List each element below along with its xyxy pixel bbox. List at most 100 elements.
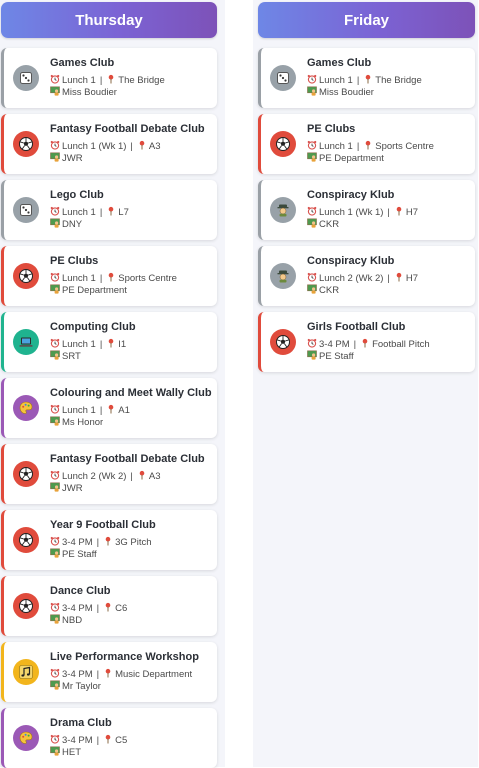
club-card[interactable]: Lego Club Lunch 1 | L7 DNY bbox=[1, 180, 217, 240]
club-location: A1 bbox=[118, 405, 130, 416]
club-card[interactable]: Year 9 Football Club 3-4 PM | 3G Pitch PE St… bbox=[1, 510, 217, 570]
club-staff: PE Department bbox=[319, 153, 384, 164]
club-title: Girls Football Club bbox=[307, 321, 406, 333]
club-card[interactable]: Computing Club Lunch 1 | I1 SRT bbox=[1, 312, 217, 372]
palette-icon bbox=[13, 395, 39, 421]
separator: | bbox=[387, 207, 390, 218]
club-card[interactable]: Dance Club 3-4 PM | C6 NBD bbox=[1, 576, 217, 636]
football-icon bbox=[13, 593, 39, 619]
teacher-icon bbox=[50, 614, 60, 627]
club-staff-row: PE Staff bbox=[307, 350, 471, 363]
club-card[interactable]: PE Clubs Lunch 1 | Sports Centre PE Departme… bbox=[258, 114, 475, 174]
football-icon bbox=[13, 527, 39, 553]
club-staff-row: CKR bbox=[307, 218, 471, 231]
club-time: Lunch 1 bbox=[62, 405, 96, 416]
club-card[interactable]: Games Club Lunch 1 | The Bridge Miss Boudier bbox=[1, 48, 217, 108]
dice-icon bbox=[13, 197, 39, 223]
club-location: A3 bbox=[148, 141, 161, 152]
club-staff: PE Department bbox=[62, 285, 127, 296]
friday-column: Friday Games Club Lunch 1 | The Bridge Miss … bbox=[253, 0, 478, 767]
club-staff-row: PE Staff bbox=[50, 548, 213, 561]
club-staff: JWR bbox=[62, 483, 83, 494]
club-title: Drama Club bbox=[50, 717, 112, 729]
club-staff-row: JWR bbox=[50, 482, 213, 495]
club-title: Games Club bbox=[50, 57, 115, 69]
club-title: Fantasy Football Debate Club bbox=[50, 123, 205, 135]
club-card[interactable]: Games Club Lunch 1 | The Bridge Miss Boudier bbox=[258, 48, 475, 108]
club-card[interactable]: Girls Football Club 3-4 PM | Football Pitch… bbox=[258, 312, 475, 372]
friday-header: Friday bbox=[258, 2, 475, 38]
club-staff: PE Staff bbox=[319, 351, 354, 362]
separator: | bbox=[356, 75, 360, 86]
teacher-icon bbox=[50, 350, 60, 363]
teacher-icon bbox=[307, 284, 317, 297]
club-staff: Mr Taylor bbox=[62, 681, 101, 692]
club-card[interactable]: PE Clubs Lunch 1 | Sports Centre PE Departme… bbox=[1, 246, 217, 306]
teacher-icon bbox=[307, 218, 317, 231]
separator: | bbox=[353, 339, 357, 350]
club-staff-row: JWR bbox=[50, 152, 213, 165]
club-time: Lunch 2 (Wk 2) bbox=[62, 471, 127, 482]
club-staff: Miss Boudier bbox=[62, 87, 117, 98]
club-time: Lunch 1 bbox=[319, 75, 353, 86]
separator: | bbox=[387, 273, 390, 284]
club-staff-row: PE Department bbox=[50, 284, 213, 297]
teacher-icon bbox=[50, 482, 60, 495]
club-time: 3-4 PM bbox=[62, 603, 93, 614]
club-time: Lunch 1 bbox=[319, 141, 353, 152]
laptop-icon bbox=[13, 329, 39, 355]
club-location: Sports Centre bbox=[375, 141, 434, 152]
club-card[interactable]: Colouring and Meet Wally Club Lunch 1 | A1 M… bbox=[1, 378, 217, 438]
detective-icon bbox=[270, 197, 296, 223]
club-card[interactable]: Conspiracy Klub Lunch 1 (Wk 1) | H7 CKR bbox=[258, 180, 475, 240]
club-card[interactable]: Fantasy Football Debate Club Lunch 1 (Wk … bbox=[1, 114, 217, 174]
club-location: C6 bbox=[115, 603, 128, 614]
club-time: 3-4 PM bbox=[62, 735, 93, 746]
teacher-icon bbox=[50, 746, 60, 759]
dice-icon bbox=[13, 65, 39, 91]
football-icon bbox=[13, 263, 39, 289]
detective-icon bbox=[270, 263, 296, 289]
dice-icon bbox=[270, 65, 296, 91]
club-location: Music Department bbox=[115, 669, 193, 680]
club-time: 3-4 PM bbox=[62, 537, 93, 548]
thursday-header: Thursday bbox=[1, 2, 217, 38]
club-staff-row: CKR bbox=[307, 284, 471, 297]
club-time: Lunch 1 bbox=[62, 207, 96, 218]
football-icon bbox=[13, 131, 39, 157]
club-staff: CKR bbox=[319, 219, 340, 230]
club-title: Fantasy Football Debate Club bbox=[50, 453, 205, 465]
club-title: Games Club bbox=[307, 57, 372, 69]
palette-icon bbox=[13, 725, 39, 751]
club-staff: PE Staff bbox=[62, 549, 97, 560]
club-location: L7 bbox=[118, 207, 129, 218]
club-staff-row: DNY bbox=[50, 218, 213, 231]
club-card[interactable]: Conspiracy Klub Lunch 2 (Wk 2) | H7 CKR bbox=[258, 246, 475, 306]
club-card[interactable]: Fantasy Football Debate Club Lunch 2 (Wk … bbox=[1, 444, 217, 504]
separator: | bbox=[356, 141, 360, 152]
club-location: A3 bbox=[148, 471, 161, 482]
football-icon bbox=[13, 461, 39, 487]
club-time: Lunch 1 bbox=[62, 339, 96, 350]
club-time: 3-4 PM bbox=[319, 339, 350, 350]
club-card[interactable]: Live Performance Workshop 3-4 PM | Music De… bbox=[1, 642, 217, 702]
separator: | bbox=[99, 273, 103, 284]
separator: | bbox=[99, 405, 103, 416]
teacher-icon bbox=[307, 350, 317, 363]
football-icon bbox=[270, 329, 296, 355]
club-location: Football Pitch bbox=[372, 339, 430, 350]
club-title: Computing Club bbox=[50, 321, 136, 333]
club-title: Colouring and Meet Wally Club bbox=[50, 387, 212, 399]
club-card[interactable]: Drama Club 3-4 PM | C5 HET bbox=[1, 708, 217, 768]
club-title: Year 9 Football Club bbox=[50, 519, 156, 531]
club-staff-row: Miss Boudier bbox=[50, 86, 213, 99]
teacher-icon bbox=[307, 152, 317, 165]
club-location: H7 bbox=[405, 273, 419, 284]
club-location: 3G Pitch bbox=[115, 537, 152, 548]
music-note-icon bbox=[13, 659, 39, 685]
club-title: Live Performance Workshop bbox=[50, 651, 199, 663]
teacher-icon bbox=[50, 548, 60, 561]
club-staff-row: HET bbox=[50, 746, 213, 759]
club-staff: HET bbox=[62, 747, 81, 758]
club-staff-row: SRT bbox=[50, 350, 213, 363]
